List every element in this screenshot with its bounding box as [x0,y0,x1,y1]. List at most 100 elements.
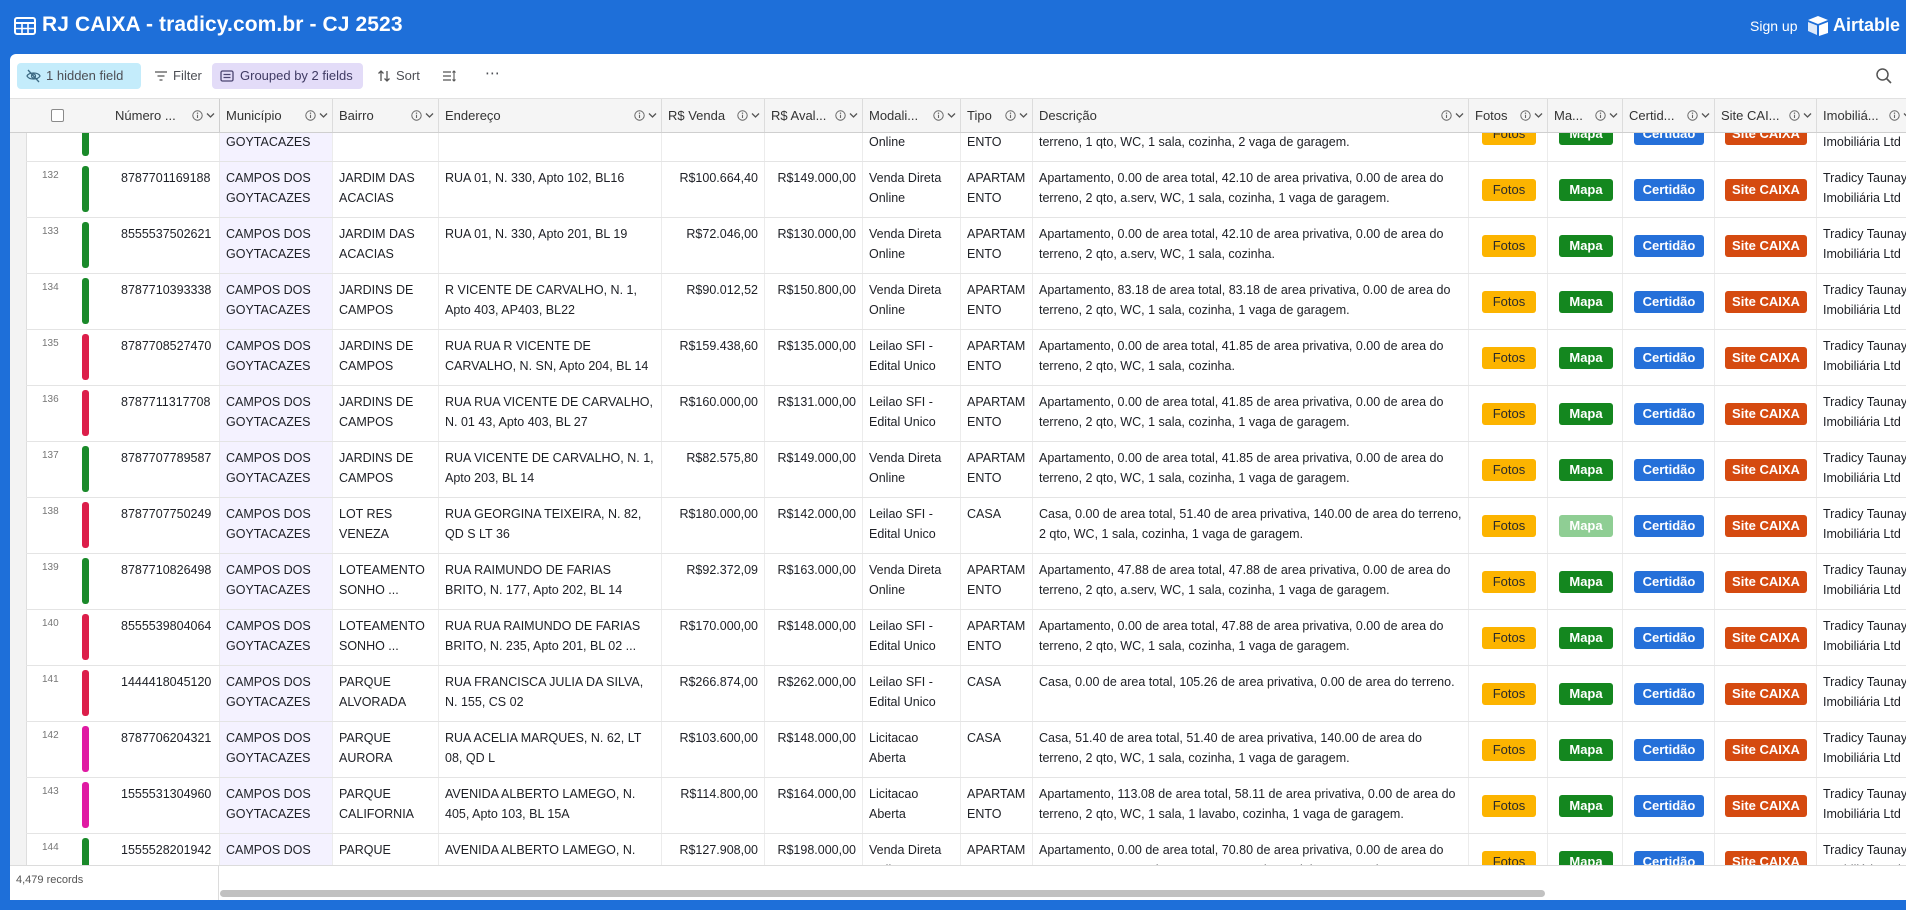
table-row[interactable]: 135 8787708527470 CAMPOS DOS GOYTACAZES JAR… [26,330,1906,386]
info-icon[interactable] [1889,110,1900,121]
site-button[interactable]: Site CAIXA [1725,515,1807,537]
cell-aval[interactable]: R$148.000,00 [765,722,863,777]
cell-numero[interactable]: 8787707750249 [115,498,220,553]
group-button[interactable]: Grouped by 2 fields [212,63,363,89]
cell-bairro[interactable]: JARDIM DAS ACACIAS [333,218,439,273]
cell-municipio[interactable]: CAMPOS DOS GOYTACAZES [220,610,333,665]
cell-endereco[interactable]: RUA RUA R VICENTE DE CARVALHO, N. SN, Ap… [439,330,662,385]
chevron-down-icon[interactable] [319,112,328,119]
cell-tipo[interactable]: APARTAM ENTO [961,610,1033,665]
cell-bairro[interactable]: LOTEAMENTO SONHO ... [333,610,439,665]
cell-imobiliaria[interactable]: Tradicy Taunay Imobiliária Ltd [1817,610,1906,665]
cell-bairro[interactable]: LOT RES VENEZA [333,498,439,553]
mapa-button[interactable]: Mapa [1559,347,1613,369]
chevron-down-icon[interactable] [206,112,215,119]
cell-aval[interactable]: R$163.000,00 [765,554,863,609]
cell-tipo[interactable]: APARTAM ENTO [961,386,1033,441]
cell-bairro[interactable]: JARDINS DE CAMPOS [333,442,439,497]
chevron-down-icon[interactable] [1534,112,1543,119]
cell-imobiliaria[interactable]: Tradicy Taunay Imobiliária Ltd [1817,554,1906,609]
cell-modalidade[interactable]: Licitacao Aberta [863,778,961,833]
cell-endereco[interactable] [439,133,662,161]
scrollbar-thumb[interactable] [220,890,1545,897]
cell-imobiliaria[interactable]: Tradicy Taunay Imobiliária Ltd [1817,162,1906,217]
site-button[interactable]: Site CAIXA [1725,403,1807,425]
cell-municipio[interactable]: CAMPOS DOS GOYTACAZES [220,498,333,553]
chevron-down-icon[interactable] [1455,112,1464,119]
column-header-imobiliaria[interactable]: Imobiliá... [1817,99,1906,132]
cell-descricao[interactable]: Casa, 0.00 de area total, 105.26 de area… [1033,666,1469,721]
cell-numero[interactable]: 8787710393338 [115,274,220,329]
certidao-button[interactable]: Certidão [1634,795,1704,817]
cell-modalidade[interactable]: Leilao SFI - Edital Unico [863,666,961,721]
cell-numero[interactable]: 8555539804064 [115,610,220,665]
column-header-municipio[interactable]: Município [220,99,333,132]
mapa-button[interactable]: Mapa [1559,291,1613,313]
cell-municipio[interactable]: CAMPOS DOS GOYTACAZES [220,666,333,721]
fotos-button[interactable]: Fotos [1482,133,1536,145]
cell-endereco[interactable]: RUA VICENTE DE CARVALHO, N. 1, Apto 203,… [439,442,662,497]
fotos-button[interactable]: Fotos [1482,291,1536,313]
site-button[interactable]: Site CAIXA [1725,291,1807,313]
fotos-button[interactable]: Fotos [1482,795,1536,817]
cell-bairro[interactable]: JARDINS DE CAMPOS [333,330,439,385]
cell-aval[interactable]: R$164.000,00 [765,778,863,833]
search-icon[interactable] [1874,66,1894,86]
cell-municipio[interactable]: CAMPOS DOS GOYTACAZES [220,386,333,441]
cell-municipio[interactable]: CAMPOS DOS GOYTACAZES [220,218,333,273]
cell-endereco[interactable]: RUA 01, N. 330, Apto 102, BL16 [439,162,662,217]
cell-numero[interactable]: 1555528201942 [115,834,220,865]
cell-venda[interactable]: R$90.012,52 [662,274,765,329]
cell-venda[interactable]: R$72.046,00 [662,218,765,273]
cell-municipio[interactable]: CAMPOS DOS GOYTACAZES [220,162,333,217]
cell-bairro[interactable]: PARQUE CALIFORNIA [333,778,439,833]
cell-modalidade[interactable]: Venda Direta Online [863,162,961,217]
cell-tipo[interactable]: APARTAM ENTO [961,218,1033,273]
site-button[interactable]: Site CAIXA [1725,795,1807,817]
certidao-button[interactable]: Certidão [1634,739,1704,761]
cell-modalidade[interactable]: Online [863,133,961,161]
cell-venda[interactable]: R$160.000,00 [662,386,765,441]
cell-bairro[interactable]: JARDINS DE CAMPOS [333,386,439,441]
cell-descricao[interactable]: Apartamento, 0.00 de area total, 41.85 d… [1033,330,1469,385]
cell-imobiliaria[interactable]: Tradicy Taunay Imobiliária Ltd [1817,834,1906,865]
cell-imobiliaria[interactable]: Tradicy Taunay Imobiliária Ltd [1817,442,1906,497]
cell-imobiliaria[interactable]: Tradicy Taunay Imobiliária Ltd [1817,330,1906,385]
cell-imobiliaria[interactable]: Tradicy Taunay Imobiliária Ltd [1817,386,1906,441]
certidao-button[interactable]: Certidão [1634,291,1704,313]
table-row[interactable]: 142 8787706204321 CAMPOS DOS GOYTACAZES PAR… [26,722,1906,778]
cell-endereco[interactable]: AVENIDA ALBERTO LAMEGO, N. 405, Apto 103… [439,778,662,833]
column-header-venda[interactable]: R$ Venda [662,99,765,132]
cell-imobiliaria[interactable]: Tradicy Taunay Imobiliária Ltd [1817,274,1906,329]
fotos-button[interactable]: Fotos [1482,347,1536,369]
certidao-button[interactable]: Certidão [1634,235,1704,257]
cell-aval[interactable]: R$262.000,00 [765,666,863,721]
cell-venda[interactable]: R$114.800,00 [662,778,765,833]
cell-bairro[interactable]: PARQUE ALVORADA [333,666,439,721]
hidden-fields-button[interactable]: 1 hidden field [17,63,141,89]
cell-aval[interactable]: R$149.000,00 [765,442,863,497]
cell-municipio[interactable]: CAMPOS DOS GOYTACAZES [220,778,333,833]
cell-venda[interactable]: R$92.372,09 [662,554,765,609]
column-header-fotos[interactable]: Fotos [1469,99,1548,132]
certidao-button[interactable]: Certidão [1634,133,1704,145]
certidao-button[interactable]: Certidão [1634,851,1704,865]
cell-imobiliaria[interactable]: Imobiliária Ltd [1817,133,1906,161]
cell-numero[interactable]: 1444418045120 [115,666,220,721]
cell-modalidade[interactable]: Venda Direta Online [863,218,961,273]
cell-aval[interactable]: R$135.000,00 [765,330,863,385]
site-button[interactable]: Site CAIXA [1725,627,1807,649]
cell-imobiliaria[interactable]: Tradicy Taunay Imobiliária Ltd [1817,778,1906,833]
info-icon[interactable] [305,110,316,121]
cell-tipo[interactable]: APARTAM ENTO [961,834,1033,865]
chevron-down-icon[interactable] [425,112,434,119]
mapa-button[interactable]: Mapa [1559,739,1613,761]
cell-numero[interactable]: 8555537502621 [115,218,220,273]
cell-numero[interactable]: 8787708527470 [115,330,220,385]
fotos-button[interactable]: Fotos [1482,739,1536,761]
certidao-button[interactable]: Certidão [1634,403,1704,425]
cell-tipo[interactable]: CASA [961,498,1033,553]
cell-descricao[interactable]: Casa, 51.40 de area total, 51.40 de area… [1033,722,1469,777]
cell-aval[interactable] [765,133,863,161]
cell-tipo[interactable]: APARTAM ENTO [961,162,1033,217]
